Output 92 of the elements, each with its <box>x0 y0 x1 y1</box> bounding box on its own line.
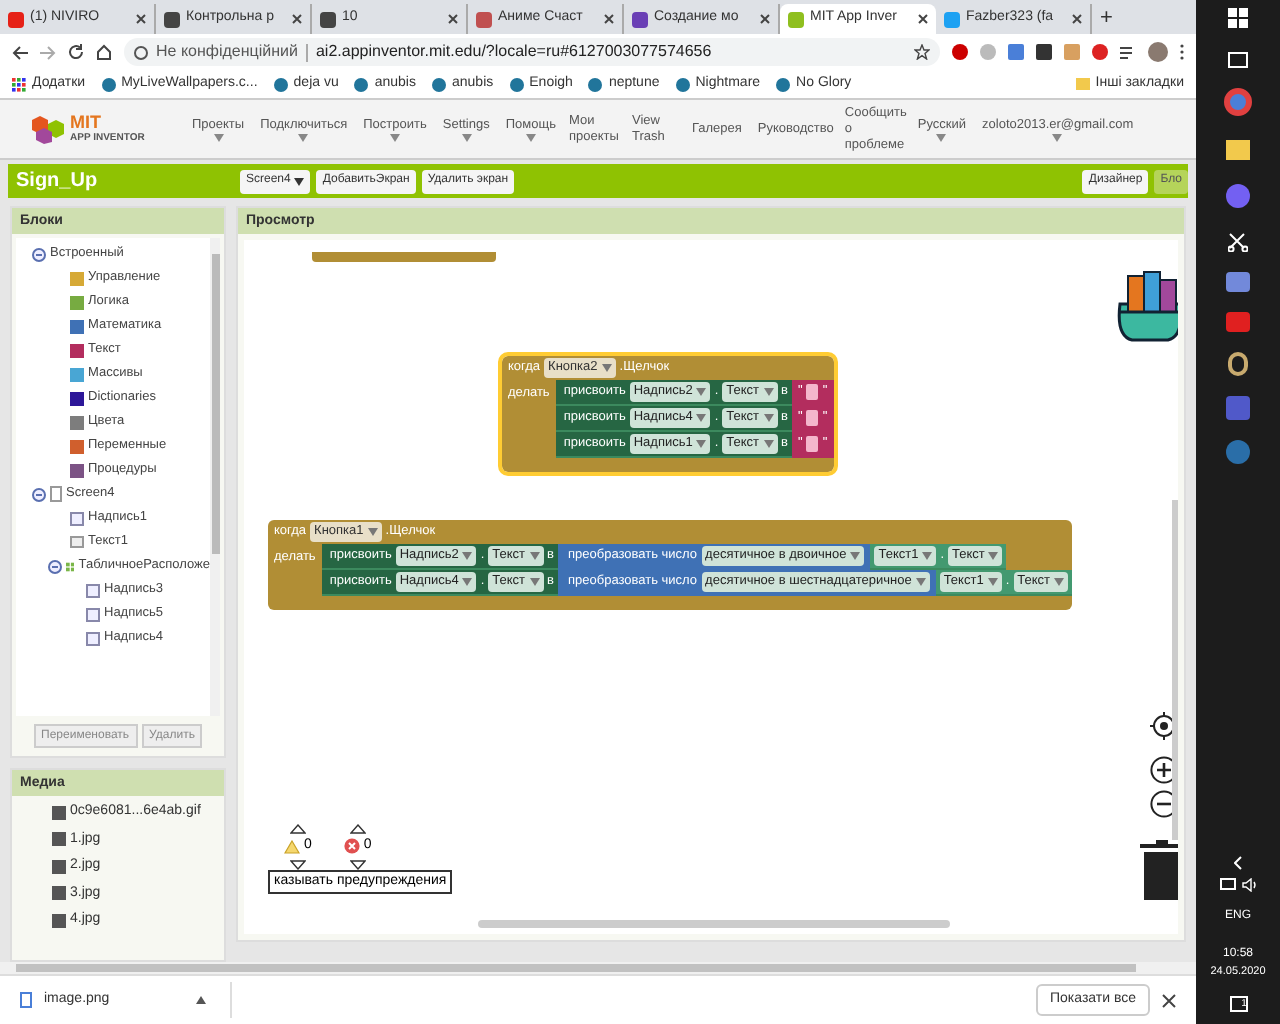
notification-icon[interactable] <box>1229 996 1248 1012</box>
app-icon[interactable] <box>1228 352 1248 376</box>
folder-icon <box>1075 78 1090 90</box>
warning-icon <box>284 839 300 854</box>
caret-icon <box>529 552 540 560</box>
scrollbar[interactable] <box>210 238 220 716</box>
scrollbar[interactable] <box>1172 500 1178 840</box>
textbox-component-icon <box>70 536 84 548</box>
caret-icon <box>915 578 926 586</box>
caret-icon <box>462 552 473 560</box>
circle-logo-icon <box>509 77 524 91</box>
caret-icon <box>696 414 707 422</box>
app-icon[interactable] <box>1226 440 1250 464</box>
project-title: Sign_Up <box>14 168 100 196</box>
apps-grid-icon <box>12 77 26 91</box>
caret-icon <box>462 578 473 586</box>
caret-icon <box>525 133 536 141</box>
table-arrangement-icon <box>66 559 75 573</box>
network-icon[interactable] <box>1219 877 1235 890</box>
caret-icon <box>696 388 707 396</box>
circle-logo-icon <box>273 77 288 91</box>
caret-icon <box>763 414 774 422</box>
url-text: ai2.appinventor.mit.edu/?locale=ru#6127003077574656 <box>315 40 712 64</box>
volume-icon[interactable] <box>1241 877 1257 892</box>
file-icon <box>20 992 32 1008</box>
circle-logo-icon <box>675 77 690 91</box>
caret-icon <box>390 133 400 141</box>
collapse-icon[interactable] <box>48 559 62 573</box>
caret-icon <box>696 440 707 448</box>
label-component-icon <box>70 511 84 525</box>
new-tab-button[interactable]: + <box>1092 4 1121 34</box>
event-block[interactable] <box>268 520 1072 610</box>
circle-logo-icon <box>354 77 369 91</box>
close-icon[interactable] <box>136 14 146 24</box>
task-view-icon[interactable] <box>1228 52 1248 68</box>
home-icon[interactable] <box>96 44 112 60</box>
close-icon[interactable] <box>918 14 928 24</box>
security-label: Не конфіденційний <box>156 40 298 64</box>
avatar-icon[interactable] <box>1148 42 1168 62</box>
scrollbar[interactable] <box>478 920 950 928</box>
windows-logo-icon[interactable] <box>1228 8 1248 28</box>
close-icon[interactable] <box>1072 14 1082 24</box>
chevron-icon[interactable] <box>1234 855 1242 870</box>
collapse-icon[interactable] <box>32 247 46 261</box>
app-icon[interactable] <box>1226 272 1250 292</box>
page-scrollbar[interactable] <box>0 962 1196 974</box>
caret-icon <box>1052 133 1063 141</box>
circle-logo-icon <box>432 77 446 91</box>
caret-icon <box>850 552 861 560</box>
caret-icon <box>196 996 206 1004</box>
caret-icon <box>763 440 774 448</box>
up-arrow-icon[interactable] <box>289 824 306 834</box>
close-icon[interactable] <box>760 14 770 24</box>
back-icon[interactable] <box>12 45 28 59</box>
caret-icon <box>1054 578 1064 586</box>
close-icon[interactable] <box>448 14 458 24</box>
logo-icon <box>32 115 64 143</box>
caret-icon <box>922 552 933 560</box>
chat-app-icon[interactable] <box>1226 184 1250 208</box>
caret-icon <box>367 528 378 536</box>
caret-icon <box>213 133 224 141</box>
reload-icon[interactable] <box>68 44 84 60</box>
down-arrow-icon[interactable] <box>349 859 366 869</box>
caret-icon <box>988 552 999 560</box>
recenter-icon[interactable] <box>1150 712 1178 740</box>
caret-icon <box>298 133 309 141</box>
close-icon[interactable] <box>292 14 302 24</box>
error-icon <box>343 838 360 855</box>
scissors-icon[interactable] <box>1228 232 1248 252</box>
caret-icon <box>294 177 305 185</box>
caret-icon <box>763 388 774 396</box>
caret-icon <box>529 578 540 586</box>
close-icon[interactable] <box>604 14 614 24</box>
media-control-icon[interactable] <box>1120 45 1136 59</box>
screen-icon <box>50 486 62 502</box>
collapse-icon[interactable] <box>32 487 46 501</box>
star-icon[interactable] <box>914 44 930 60</box>
address-bar[interactable]: Не конфіденційний ai2.appinventor.mit.edu/?locale=ru#6127003077574656 <box>124 38 940 66</box>
caret-icon <box>987 578 998 586</box>
circle-logo-icon <box>101 77 116 91</box>
caret-icon <box>601 364 612 372</box>
caret-icon <box>461 133 472 141</box>
logo-title: MIT <box>70 113 103 129</box>
info-icon <box>134 45 148 59</box>
down-arrow-icon[interactable] <box>289 859 306 869</box>
trash-icon[interactable] <box>1140 840 1178 900</box>
up-arrow-icon[interactable] <box>349 824 366 834</box>
close-icon[interactable] <box>1162 993 1176 1007</box>
circle-logo-icon <box>588 77 603 91</box>
caret-icon <box>936 133 947 141</box>
circle-logo-icon <box>776 77 791 91</box>
browser-app-icon[interactable] <box>1224 88 1252 116</box>
